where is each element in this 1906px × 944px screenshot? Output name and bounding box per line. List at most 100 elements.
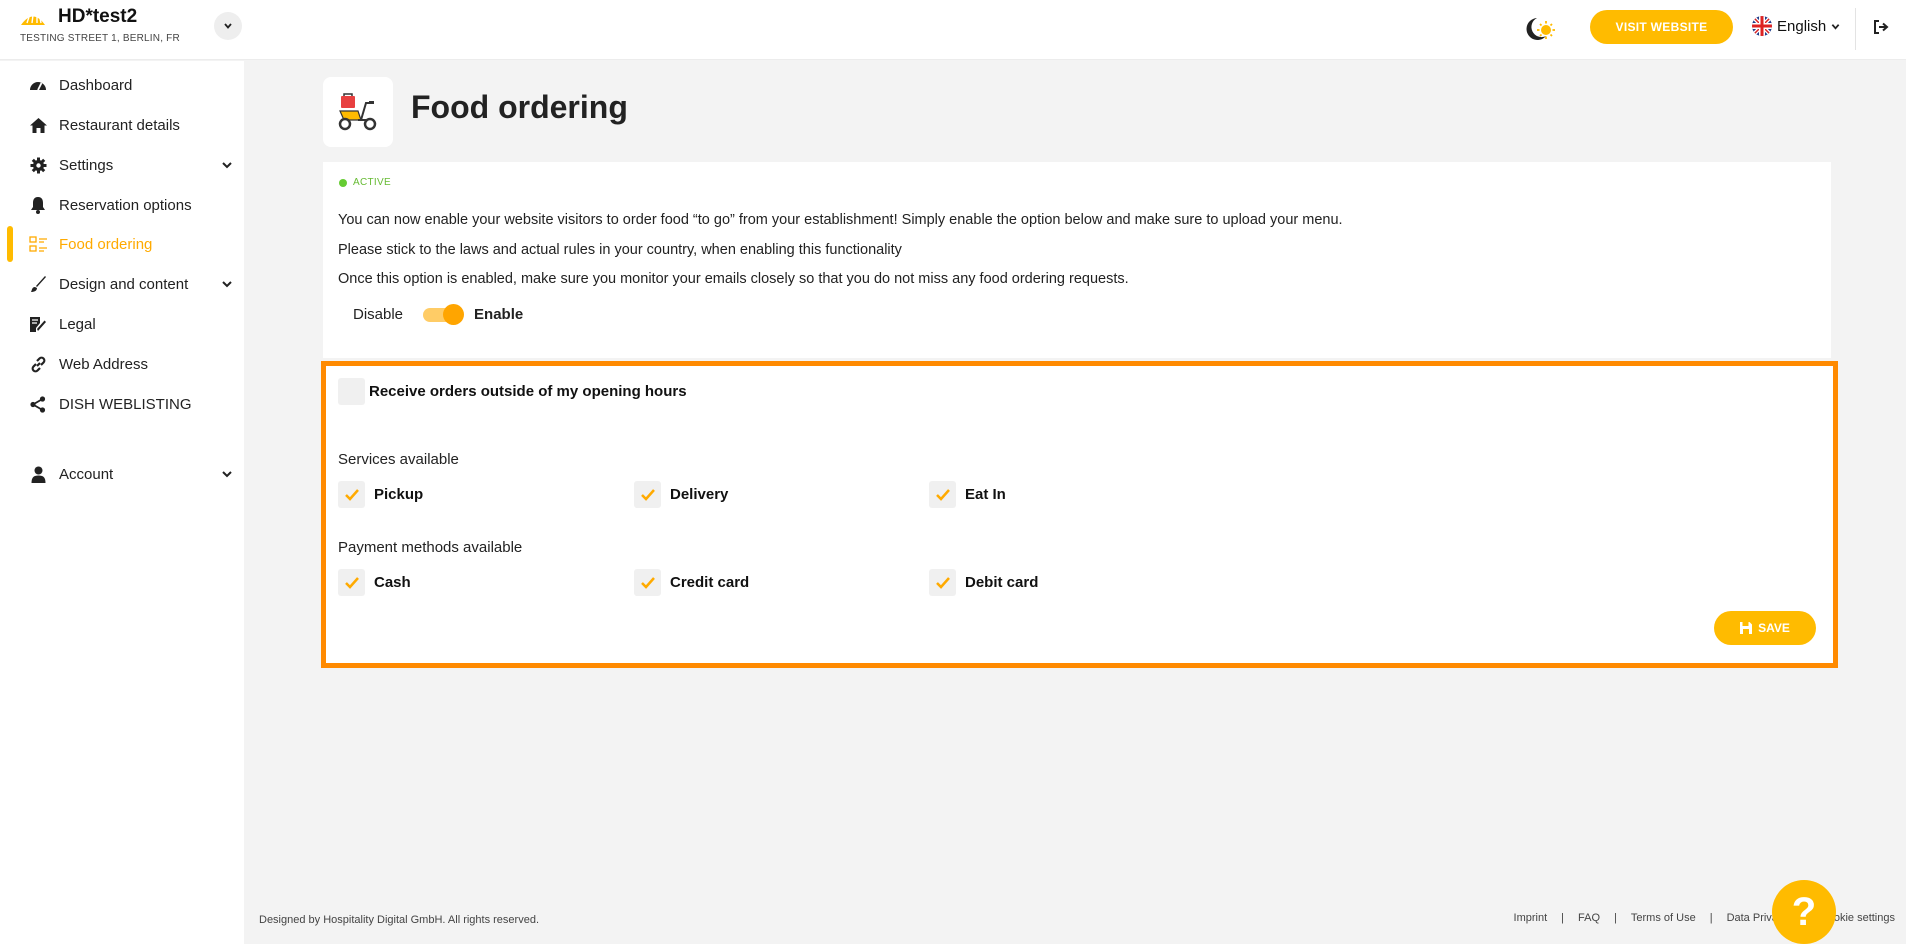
- cash-checkbox[interactable]: [338, 569, 365, 596]
- footer-link-faq[interactable]: FAQ: [1578, 912, 1600, 924]
- eat-in-checkbox[interactable]: [929, 481, 956, 508]
- checkmark-icon: [344, 576, 359, 589]
- sidebar-item-label: Settings: [59, 156, 114, 174]
- uk-flag-icon: [1752, 16, 1772, 36]
- service-eat-in-row[interactable]: Eat In: [929, 481, 1006, 508]
- checkbox-label: Cash: [374, 574, 411, 591]
- chevron-down-icon: [224, 23, 232, 29]
- sidebar-item-label: Dashboard: [59, 76, 133, 94]
- chevron-down-icon: [222, 281, 232, 288]
- checkbox-label: Debit card: [965, 574, 1039, 591]
- sidebar-item-design-and-content[interactable]: Design and content: [0, 266, 244, 302]
- checkbox-label: Credit card: [670, 574, 750, 591]
- sidebar-item-label: Design and content: [59, 275, 189, 293]
- theme-toggle-icon[interactable]: [1524, 14, 1556, 44]
- sidebar-item-dashboard[interactable]: Dashboard: [0, 67, 244, 103]
- footer-separator: |: [1614, 912, 1617, 924]
- help-button[interactable]: ?: [1772, 880, 1836, 944]
- sidebar-item-label: Legal: [59, 315, 96, 333]
- sidebar-item-web-address[interactable]: Web Address: [0, 346, 244, 382]
- debit-card-checkbox[interactable]: [929, 569, 956, 596]
- save-label: SAVE: [1758, 621, 1790, 635]
- enable-toggle-row: Disable Enable: [353, 302, 523, 326]
- status-badge: ACTIVE: [339, 177, 391, 188]
- chevron-down-icon: [1831, 23, 1840, 30]
- checkmark-icon: [935, 576, 950, 589]
- service-pickup-row[interactable]: Pickup: [338, 481, 423, 508]
- payment-debit-card-row[interactable]: Debit card: [929, 569, 1038, 596]
- header-divider: [1855, 8, 1856, 50]
- share-icon: [28, 394, 48, 414]
- sidebar-item-dish-weblisting[interactable]: DISH WEBLISTING: [0, 386, 244, 422]
- checkbox-label: Pickup: [374, 486, 424, 503]
- sidebar-item-restaurant-details[interactable]: Restaurant details: [0, 107, 244, 143]
- status-text: ACTIVE: [353, 177, 391, 188]
- checkmark-icon: [935, 488, 950, 501]
- sidebar-item-reservation-options[interactable]: Reservation options: [0, 187, 244, 223]
- info-text: Please stick to the laws and actual rule…: [338, 242, 902, 258]
- sidebar-item-label: Account: [59, 465, 114, 483]
- sidebar-item-account[interactable]: Account: [0, 456, 244, 492]
- footer-links: Imprint | FAQ | Terms of Use | Data Priv…: [1514, 912, 1895, 924]
- restaurant-name: HD*test2: [58, 6, 138, 27]
- delivery-scooter-icon: [338, 93, 377, 131]
- checkmark-icon: [344, 488, 359, 501]
- document-sign-icon: [28, 314, 48, 334]
- question-mark-icon: ?: [1791, 889, 1817, 934]
- checkmark-icon: [640, 576, 655, 589]
- enable-label: Enable: [474, 305, 524, 323]
- sidebar-item-label: DISH WEBLISTING: [59, 395, 192, 413]
- chevron-down-icon: [222, 471, 232, 478]
- info-text: Once this option is enabled, make sure y…: [338, 271, 1129, 287]
- chevron-down-icon: [222, 162, 232, 169]
- checkbox-label: Eat In: [965, 486, 1006, 503]
- service-delivery-row[interactable]: Delivery: [634, 481, 728, 508]
- toggle-knob: [443, 304, 465, 325]
- sidebar-item-label: Restaurant details: [59, 116, 180, 134]
- services-heading: Services available: [338, 451, 459, 468]
- sidebar-item-label: Food ordering: [59, 235, 153, 253]
- delivery-checkbox[interactable]: [634, 481, 661, 508]
- floppy-disk-icon: [1740, 622, 1753, 634]
- link-icon: [28, 354, 48, 374]
- page-title: Food ordering: [411, 89, 628, 125]
- checkmark-icon: [640, 488, 655, 501]
- speedometer-icon: [28, 75, 48, 95]
- footer-link-imprint[interactable]: Imprint: [1514, 912, 1548, 924]
- bell-icon: [28, 195, 48, 215]
- pickup-checkbox[interactable]: [338, 481, 365, 508]
- payment-credit-card-row[interactable]: Credit card: [634, 569, 749, 596]
- footer-separator: |: [1709, 912, 1713, 924]
- sidebar-item-legal[interactable]: Legal: [0, 306, 244, 342]
- logout-icon[interactable]: [1870, 16, 1892, 38]
- status-dot-icon: [339, 178, 347, 187]
- enable-food-ordering-toggle[interactable]: [423, 304, 465, 325]
- checkbox-label: Receive orders outside of my opening hou…: [369, 383, 687, 400]
- disable-label: Disable: [353, 305, 404, 323]
- save-button[interactable]: SAVE: [1714, 611, 1816, 645]
- payment-cash-row[interactable]: Cash: [338, 569, 411, 596]
- top-header: HD*test2 TESTING STREET 1, BERLIN, FR VI…: [0, 0, 1906, 60]
- footer-separator: |: [1561, 912, 1565, 924]
- home-icon: [28, 115, 48, 135]
- brush-icon: [28, 274, 48, 294]
- user-icon: [28, 464, 48, 484]
- sidebar-item-food-ordering[interactable]: Food ordering: [0, 226, 244, 262]
- visit-website-button[interactable]: VISIT WEBSITE: [1590, 10, 1733, 44]
- gear-icon: [28, 155, 48, 175]
- sidebar-item-settings[interactable]: Settings: [0, 147, 244, 183]
- food-ordering-options-card: Receive orders outside of my opening hou…: [321, 361, 1838, 668]
- footer-link-terms[interactable]: Terms of Use: [1631, 912, 1696, 924]
- restaurant-switcher-button[interactable]: [214, 12, 242, 40]
- payments-heading: Payment methods available: [338, 539, 523, 556]
- sidebar: Dashboard Restaurant details Settings Re…: [0, 61, 244, 944]
- outside-hours-checkbox-row[interactable]: Receive orders outside of my opening hou…: [338, 378, 687, 405]
- language-label: English: [1777, 17, 1827, 35]
- food-ordering-info-card: ACTIVE You can now enable your website v…: [323, 162, 1831, 358]
- info-text: You can now enable your website visitors…: [338, 212, 1343, 228]
- footer-copyright: Designed by Hospitality Digital GmbH. Al…: [259, 914, 540, 926]
- credit-card-checkbox[interactable]: [634, 569, 661, 596]
- language-selector[interactable]: English: [1752, 15, 1840, 37]
- outside-hours-checkbox[interactable]: [338, 378, 365, 405]
- bread-logo-icon: [21, 14, 45, 25]
